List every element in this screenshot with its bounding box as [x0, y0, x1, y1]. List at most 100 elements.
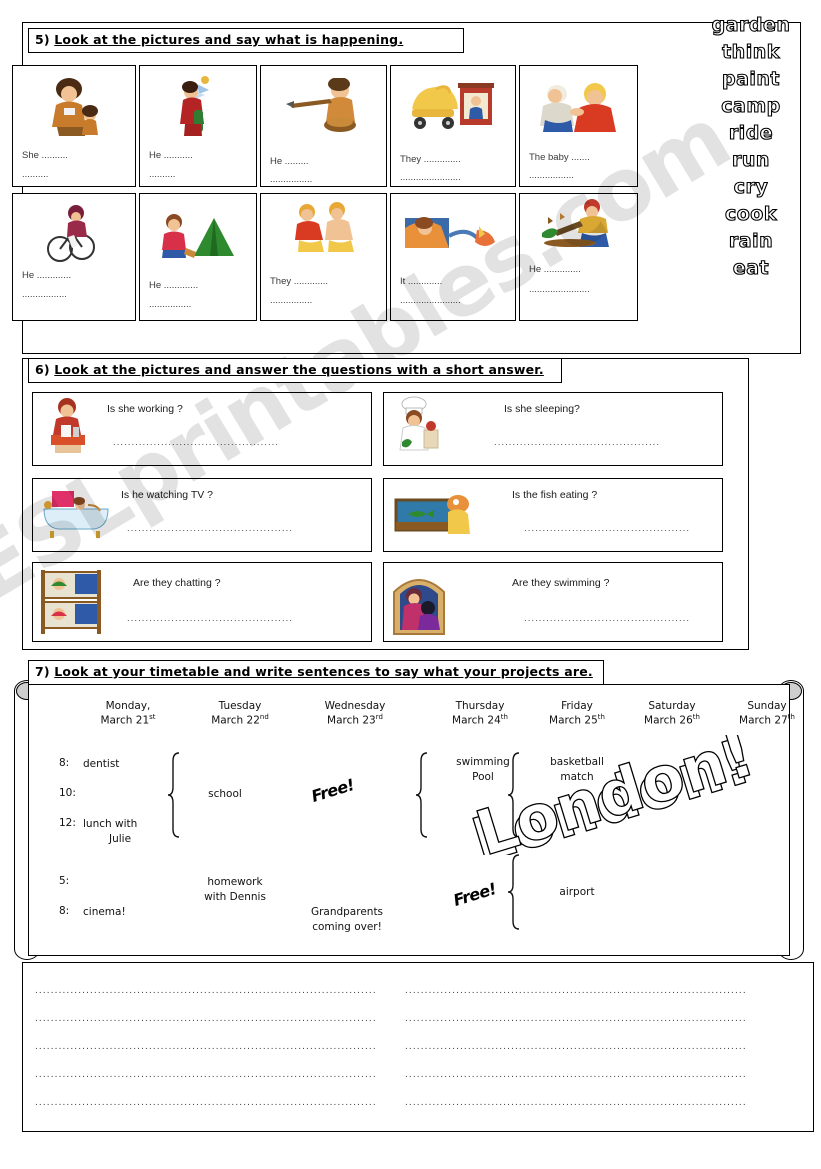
day-date: March 27th — [739, 713, 795, 727]
question-cell[interactable]: Are they swimming ? ....................… — [383, 562, 723, 642]
exercise-7-title: Look at your timetable and write sentenc… — [54, 664, 593, 679]
word-bank-item: ride — [728, 121, 774, 144]
exercise-6-heading: 6) Look at the pictures and answer the q… — [28, 358, 562, 383]
question-text: Is she sleeping? — [504, 403, 580, 415]
time-label-10: 10: — [59, 787, 76, 799]
question-cell[interactable]: Are they chatting ? ....................… — [32, 562, 372, 642]
monday-8-entry: dentist — [83, 758, 120, 770]
answer-dots[interactable]: ........................................… — [127, 523, 363, 534]
word-bank-item: eat — [732, 256, 770, 279]
answer-line[interactable]: ........................................… — [405, 1069, 797, 1080]
chef-cooking-icon — [388, 396, 450, 458]
day-name: Thursday — [455, 700, 505, 712]
question-text: Are they swimming ? — [512, 577, 610, 589]
answer-dots[interactable]: ........................................… — [524, 523, 714, 534]
day-header-wednesday: Wednesday March 23rd — [297, 699, 413, 728]
friday-brace-lower — [507, 853, 523, 937]
question-text: Are they chatting ? — [133, 577, 221, 589]
exercise-5-heading: 5) Look at the pictures and say what is … — [28, 28, 464, 53]
picture-cell[interactable]: They .............. ....................… — [390, 65, 516, 187]
exercise-7-number: 7) — [35, 664, 50, 679]
answer-line[interactable]: ........................................… — [405, 985, 797, 996]
picture-prompt-line2: ....................... — [400, 172, 461, 183]
day-date: March 23rd — [327, 713, 383, 727]
answer-line[interactable]: ........................................… — [35, 1097, 387, 1108]
answer-lines-container: ........................................… — [22, 962, 814, 1132]
question-cell[interactable]: Is he watching TV ? ....................… — [32, 478, 372, 552]
picture-prompt-line2: ....................... — [400, 295, 461, 306]
answer-line[interactable]: ........................................… — [35, 1041, 387, 1052]
question-text: Is she working ? — [107, 403, 183, 415]
bunk-beds-icon — [37, 566, 105, 638]
picture-cell[interactable]: He ............. ................. — [12, 193, 136, 321]
answer-line[interactable]: ........................................… — [35, 1069, 387, 1080]
exercise-5-number: 5) — [35, 32, 50, 47]
picture-cell[interactable]: The baby ....... ................. — [519, 65, 638, 187]
answer-dots[interactable]: ........................................… — [127, 613, 363, 624]
picture-cell[interactable]: He ......... ................ — [260, 65, 387, 187]
day-date: March 24th — [452, 713, 508, 727]
couple-window-icon — [388, 566, 450, 640]
word-bank-item: cook — [724, 202, 777, 225]
exercise-6-number: 6) — [35, 362, 50, 377]
day-header-thursday: Thursday March 24th — [425, 699, 535, 728]
word-bank-item: cry — [733, 175, 769, 198]
thursday-brace — [415, 751, 431, 847]
word-bank-item: garden — [711, 13, 791, 36]
picture-prompt-line1: The baby ....... — [529, 152, 590, 163]
rain-storm-icon — [391, 206, 515, 264]
answer-line[interactable]: ........................................… — [405, 1013, 797, 1024]
picture-prompt-line1: He ............. — [149, 280, 199, 291]
time-label-5: 5: — [59, 875, 70, 887]
wednesday-free-label: Free! — [309, 775, 357, 806]
picture-cell[interactable]: They ............. ................ — [260, 193, 387, 321]
london-wordart: London! London! — [457, 716, 787, 878]
day-date: March 22nd — [211, 713, 269, 727]
picture-prompt-line2: .......... — [149, 169, 176, 180]
exercise-5-picture-grid: She .......... .......... He ...........… — [8, 33, 638, 321]
timetable-body: Monday, March 21st Tuesday March 22nd We… — [28, 684, 795, 956]
worksheet-page: ESLprintables.com 5) Look at the picture… — [0, 0, 821, 1169]
day-name: Friday — [561, 700, 593, 712]
day-date: March 25th — [549, 713, 605, 727]
timetable-scroll: Monday, March 21st Tuesday March 22nd We… — [6, 680, 812, 962]
picture-cell[interactable]: He ............. ................ — [139, 193, 257, 321]
answer-dots[interactable]: ........................................… — [524, 613, 714, 624]
cyclist-icon — [13, 196, 135, 266]
time-label-12: 12: — [59, 817, 76, 829]
question-cell[interactable]: Is she working ? .......................… — [32, 392, 372, 466]
answer-dots[interactable]: ........................................… — [494, 437, 714, 448]
picture-prompt-line2: ................ — [270, 295, 313, 306]
answer-line[interactable]: ........................................… — [405, 1041, 797, 1052]
fish-tank-cat-icon — [392, 482, 482, 544]
question-text: Is he watching TV ? — [121, 489, 214, 501]
picture-prompt-line1: They ............. — [270, 276, 329, 287]
question-cell[interactable]: Is the fish eating ? ...................… — [383, 478, 723, 552]
picture-cell[interactable]: It ............. ....................... — [390, 193, 516, 321]
answer-line[interactable]: ........................................… — [35, 985, 387, 996]
day-name: Tuesday — [218, 700, 262, 712]
day-header-friday: Friday March 25th — [525, 699, 629, 728]
picture-cell[interactable]: She .......... .......... — [12, 65, 136, 187]
word-bank-item: rain — [728, 229, 774, 252]
word-bank-item: paint — [721, 67, 781, 90]
answer-line[interactable]: ........................................… — [405, 1097, 797, 1108]
picture-prompt-line2: ................. — [22, 289, 67, 300]
word-bank-item: think — [722, 40, 780, 63]
question-text: Is the fish eating ? — [512, 489, 598, 501]
exercise-7-heading: 7) Look at your timetable and write sent… — [28, 660, 604, 685]
answer-dots[interactable]: ........................................… — [113, 437, 363, 448]
camping-tent-icon — [140, 206, 256, 266]
answer-line[interactable]: ........................................… — [35, 1013, 387, 1024]
picture-cell[interactable]: He .............. ......................… — [519, 193, 638, 321]
day-name: Wednesday — [324, 700, 386, 712]
picture-cell[interactable]: He ........... .......... — [139, 65, 257, 187]
baby-pram-icon — [391, 70, 515, 144]
exercise-5-title: Look at the pictures and say what is hap… — [54, 32, 404, 47]
bathtub-icon — [37, 482, 115, 544]
day-header-saturday: Saturday March 26th — [617, 699, 727, 728]
airport-entry: airport — [559, 886, 595, 898]
man-cooking-fire-icon — [261, 70, 386, 144]
question-cell[interactable]: Is she sleeping? .......................… — [383, 392, 723, 466]
word-bank-item: run — [731, 148, 770, 171]
